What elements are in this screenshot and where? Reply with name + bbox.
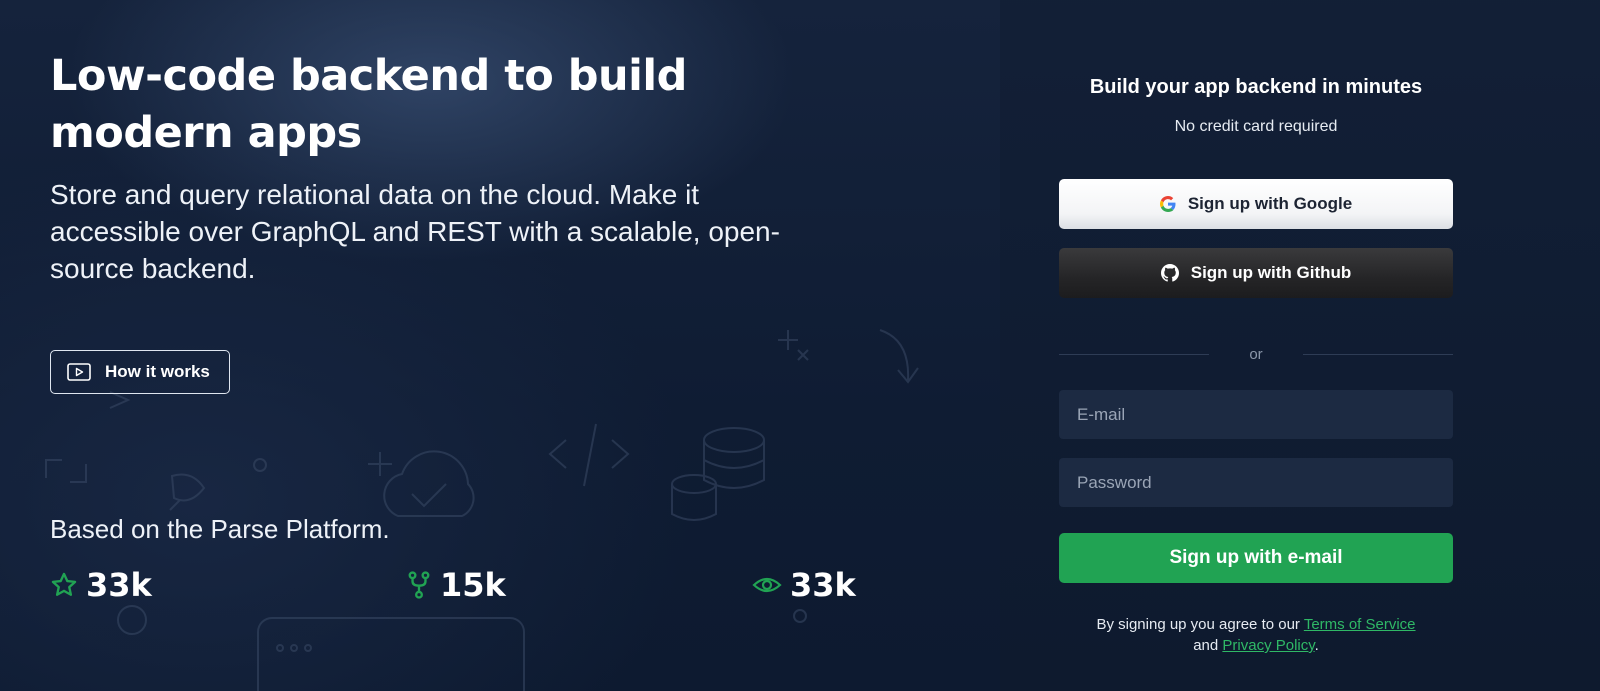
stars-count: 33k <box>86 566 152 604</box>
rocket-icon <box>169 473 206 511</box>
stat-stars: 33k <box>50 566 152 604</box>
stat-watchers: 33k <box>752 566 856 604</box>
forks-count: 15k <box>440 566 506 604</box>
divider-line <box>1059 353 1210 355</box>
signup-title: Build your app backend in minutes <box>1089 76 1423 98</box>
github-icon <box>1160 264 1179 282</box>
github-signup-button[interactable]: Sign up with Github <box>1059 248 1453 298</box>
hero-content: Low-code backend to build modern apps St… <box>50 48 856 604</box>
signup-panel: Build your app backend in minutes No cre… <box>1000 0 1600 691</box>
legal-notice: By signing up you agree to our Terms of … <box>1059 614 1453 656</box>
google-signup-label: Sign up with Google <box>1187 194 1353 213</box>
plus-x-icon <box>778 330 809 361</box>
gear-icon <box>117 605 147 635</box>
database-icon <box>671 427 765 521</box>
star-icon <box>51 572 77 596</box>
github-signup-label: Sign up with Github <box>1190 263 1352 282</box>
or-label: or <box>1249 345 1263 363</box>
email-signup-label: Sign up with e-mail <box>1169 547 1343 568</box>
google-signup-button[interactable]: Sign up with Google <box>1059 179 1453 229</box>
password-field[interactable] <box>1059 458 1453 507</box>
how-it-works-label: How it works <box>105 362 210 381</box>
how-it-works-button[interactable]: How it works <box>50 350 230 394</box>
legal-prefix: By signing up you agree to our <box>1096 616 1300 633</box>
terms-of-service-link[interactable]: Terms of Service <box>1304 616 1416 633</box>
plus-icon <box>368 452 392 476</box>
google-icon <box>1159 196 1176 212</box>
watchers-count: 33k <box>790 566 856 604</box>
git-fork-icon <box>408 571 430 599</box>
legal-suffix: . <box>1314 637 1319 654</box>
page-title: Low-code backend to build modern apps <box>50 51 687 158</box>
chevron-icon <box>109 391 131 409</box>
email-signup-button[interactable]: Sign up with e-mail <box>1059 533 1453 583</box>
dot-icon <box>253 458 267 472</box>
hero-subtitle: Store and query relational data on the c… <box>50 179 780 284</box>
or-divider: or <box>1059 343 1453 365</box>
signup-subtitle: No credit card required <box>1174 118 1338 135</box>
window-outline <box>257 617 525 691</box>
legal-and: and <box>1193 637 1219 654</box>
brackets-icon <box>45 459 87 483</box>
email-field[interactable] <box>1059 390 1453 439</box>
stat-forks: 15k <box>406 566 506 604</box>
code-icon <box>548 423 630 487</box>
based-on-text: Based on the Parse Platform. <box>50 514 390 544</box>
eye-icon <box>752 577 782 593</box>
curved-arrow-icon <box>879 329 919 384</box>
dot-icon <box>793 609 807 623</box>
cloud-check-icon <box>383 450 475 517</box>
privacy-policy-link[interactable]: Privacy Policy <box>1222 637 1314 654</box>
divider-line <box>1302 353 1453 355</box>
play-video-icon <box>67 363 91 381</box>
